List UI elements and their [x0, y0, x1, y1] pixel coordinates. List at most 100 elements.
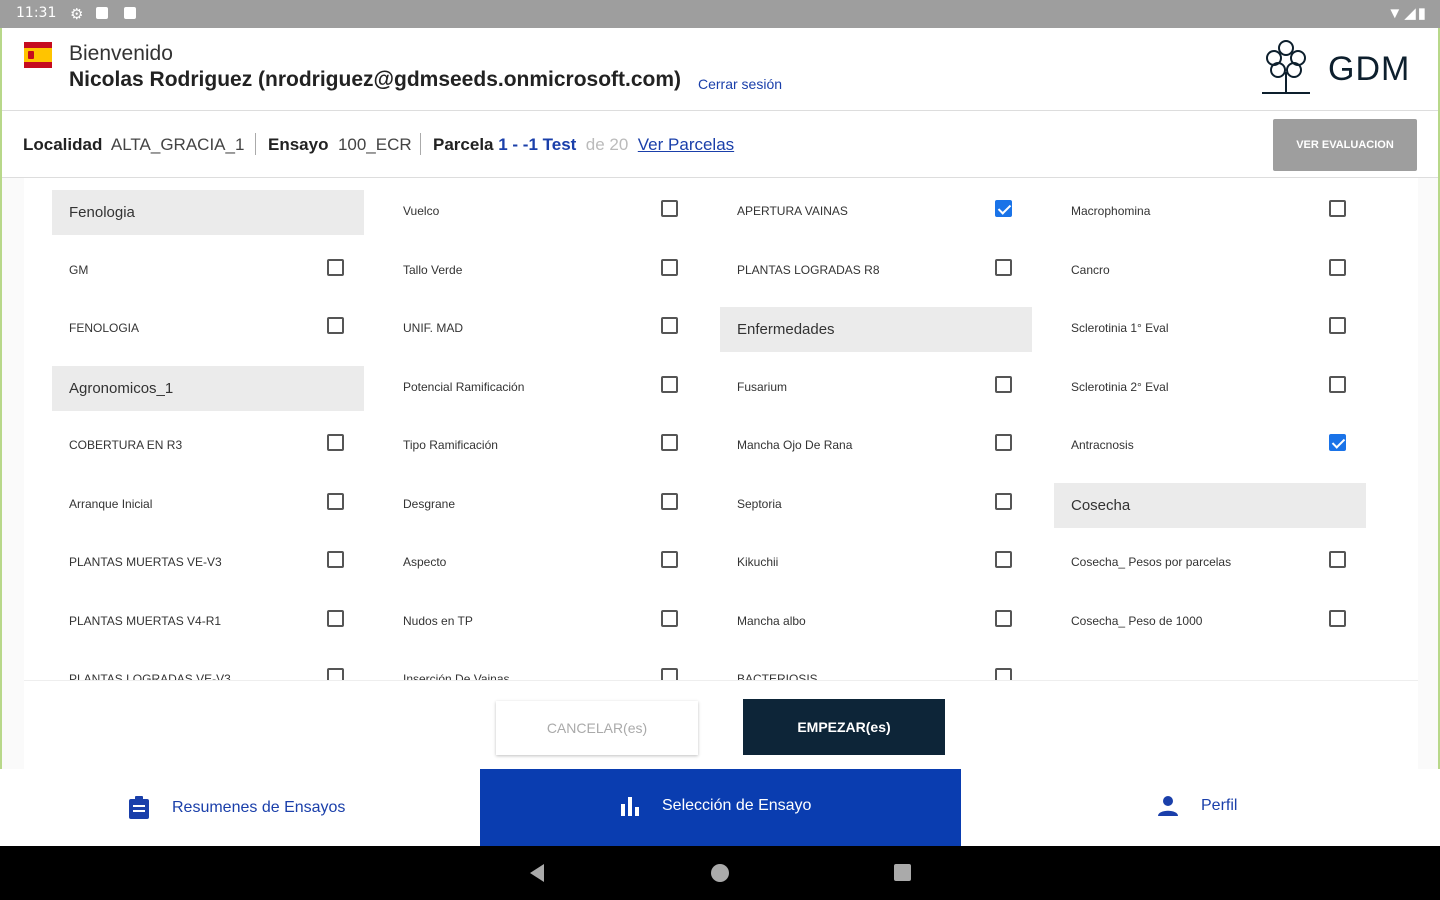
- evaluation-option[interactable]: Arranque Inicial: [52, 483, 366, 542]
- evaluation-option[interactable]: Cancro: [1054, 249, 1368, 308]
- home-icon[interactable]: [711, 864, 729, 882]
- gdm-logo: GDM: [1256, 36, 1416, 98]
- evaluation-option[interactable]: Sclerotinia 2° Eval: [1054, 366, 1368, 425]
- back-icon[interactable]: [530, 864, 544, 882]
- option-checkbox[interactable]: [327, 609, 344, 627]
- option-label: Aspecto: [403, 555, 447, 569]
- option-label: Fusarium: [737, 379, 788, 394]
- trial-info-bar: Localidad ALTA_GRACIA_1 Ensayo 100_ECR P…: [2, 111, 1438, 178]
- logout-link[interactable]: Cerrar sesión: [698, 76, 782, 92]
- evaluation-option[interactable]: UNIF. MAD: [386, 307, 700, 366]
- evaluation-option[interactable]: Mancha albo: [720, 600, 1034, 659]
- evaluation-option[interactable]: APERTURA VAINAS: [720, 190, 1034, 249]
- option-checkbox[interactable]: [661, 375, 678, 393]
- option-checkbox[interactable]: [327, 434, 344, 451]
- option-checkbox[interactable]: [327, 492, 344, 510]
- evaluation-option[interactable]: Tallo Verde: [386, 249, 700, 308]
- evaluation-option[interactable]: PLANTAS LOGRADAS R8: [720, 249, 1034, 308]
- option-label: Desgrane: [403, 496, 456, 511]
- option-checkbox[interactable]: [1329, 551, 1346, 568]
- evaluation-option[interactable]: Septoria: [720, 483, 1034, 542]
- system-indicators: ▼◢▮: [1387, 4, 1428, 22]
- option-checkbox[interactable]: [995, 551, 1012, 568]
- evaluation-option[interactable]: Cosecha_ Pesos por parcelas: [1054, 541, 1368, 600]
- option-checkbox[interactable]: [1329, 434, 1346, 451]
- evaluation-option[interactable]: Desgrane: [386, 483, 700, 542]
- option-label: Cosecha_ Pesos por parcelas: [1071, 555, 1232, 569]
- evaluation-option[interactable]: PLANTAS MUERTAS V4-R1: [52, 600, 366, 659]
- option-label: PLANTAS MUERTAS V4-R1: [69, 613, 222, 628]
- option-checkbox[interactable]: [995, 609, 1012, 627]
- evaluation-option[interactable]: Antracnosis: [1054, 424, 1368, 483]
- option-checkbox[interactable]: [661, 492, 678, 510]
- recents-icon[interactable]: [894, 864, 911, 881]
- evaluation-option[interactable]: Kikuchii: [720, 541, 1034, 600]
- option-checkbox[interactable]: [327, 668, 344, 680]
- parcela-value: 1 - -1 Test: [498, 135, 577, 154]
- option-label: PLANTAS LOGRADAS VE-V3: [69, 672, 231, 680]
- group-header: Enfermedades: [720, 307, 1034, 366]
- ensayo-label: Ensayo: [268, 135, 329, 154]
- nav-seleccion[interactable]: Selección de Ensayo: [480, 769, 961, 846]
- evaluation-option[interactable]: Tipo Ramificación: [386, 424, 700, 483]
- evaluation-option[interactable]: Inserción De Vainas: [386, 658, 700, 680]
- evaluation-option[interactable]: Macrophomina: [1054, 190, 1368, 249]
- evaluation-option[interactable]: Cosecha_ Peso de 1000: [1054, 600, 1368, 659]
- column-2: Vuelco Tallo Verde UNIF. MAD Potencial Rami…: [386, 190, 700, 680]
- android-navigation-bar: [0, 846, 1440, 900]
- evaluation-option[interactable]: FENOLOGIA: [52, 307, 366, 366]
- evaluation-option[interactable]: Nudos en TP: [386, 600, 700, 659]
- group-title: Fenologia: [52, 190, 364, 235]
- group-header: Cosecha: [1054, 482, 1368, 542]
- evaluation-option[interactable]: GM: [52, 249, 366, 308]
- battery-icon: ▮: [1417, 5, 1428, 22]
- option-checkbox[interactable]: [661, 200, 678, 217]
- option-checkbox[interactable]: [995, 668, 1012, 680]
- option-checkbox[interactable]: [661, 317, 678, 334]
- evaluation-option[interactable]: Potencial Ramificación: [386, 366, 700, 425]
- evaluation-option[interactable]: BACTERIOSIS: [720, 658, 1034, 680]
- status-bar: 11:31 ⚙ ▼◢▮: [0, 0, 1440, 28]
- option-checkbox[interactable]: [661, 258, 678, 276]
- option-checkbox[interactable]: [661, 551, 678, 568]
- option-checkbox[interactable]: [1329, 609, 1346, 627]
- evaluation-option[interactable]: PLANTAS LOGRADAS VE-V3: [52, 658, 366, 680]
- option-checkbox[interactable]: [661, 434, 678, 451]
- nav-perfil[interactable]: Perfil: [961, 769, 1440, 846]
- evaluation-option[interactable]: Mancha Ojo De Rana: [720, 424, 1034, 483]
- nav-resumenes[interactable]: Resumenes de Ensayos: [0, 769, 480, 846]
- ver-parcelas-link[interactable]: Ver Parcelas: [638, 135, 734, 154]
- option-checkbox[interactable]: [327, 317, 344, 334]
- evaluation-selection-grid[interactable]: Fenologia GM FENOLOGIA Agronomicos_1 COBERTU…: [24, 178, 1418, 680]
- option-checkbox[interactable]: [1329, 317, 1346, 334]
- option-checkbox[interactable]: [1329, 375, 1346, 393]
- option-label: UNIF. MAD: [403, 321, 463, 335]
- action-bar: CANCELAR(es) EMPEZAR(es): [24, 680, 1418, 769]
- evaluation-option[interactable]: Sclerotinia 1° Eval: [1054, 307, 1368, 366]
- evaluation-option[interactable]: Vuelco: [386, 190, 700, 249]
- ver-evaluacion-button[interactable]: VER EVALUACION: [1273, 119, 1417, 171]
- cancel-button[interactable]: CANCELAR(es): [496, 701, 698, 755]
- option-checkbox[interactable]: [661, 609, 678, 627]
- option-checkbox[interactable]: [327, 551, 344, 568]
- column-4: Macrophomina Cancro Sclerotinia 1° Eval Scl…: [1054, 190, 1368, 658]
- option-checkbox[interactable]: [995, 258, 1012, 276]
- option-checkbox[interactable]: [1329, 258, 1346, 276]
- option-checkbox[interactable]: [1329, 200, 1346, 217]
- option-label: Mancha albo: [737, 613, 806, 628]
- column-3: APERTURA VAINAS PLANTAS LOGRADAS R8 Enferm…: [720, 190, 1034, 680]
- evaluation-option[interactable]: COBERTURA EN R3: [52, 424, 366, 483]
- evaluation-option[interactable]: PLANTAS MUERTAS VE-V3: [52, 541, 366, 600]
- option-label: Potencial Ramificación: [403, 379, 525, 394]
- option-checkbox[interactable]: [995, 375, 1012, 393]
- option-checkbox[interactable]: [995, 492, 1012, 510]
- evaluation-option[interactable]: Fusarium: [720, 366, 1034, 425]
- start-button[interactable]: EMPEZAR(es): [743, 699, 945, 755]
- option-checkbox[interactable]: [995, 434, 1012, 451]
- option-checkbox[interactable]: [327, 258, 344, 276]
- spain-flag-icon[interactable]: [24, 42, 52, 68]
- evaluation-option[interactable]: Aspecto: [386, 541, 700, 600]
- option-checkbox[interactable]: [995, 200, 1012, 217]
- option-checkbox[interactable]: [661, 668, 678, 680]
- option-label: Arranque Inicial: [69, 496, 153, 511]
